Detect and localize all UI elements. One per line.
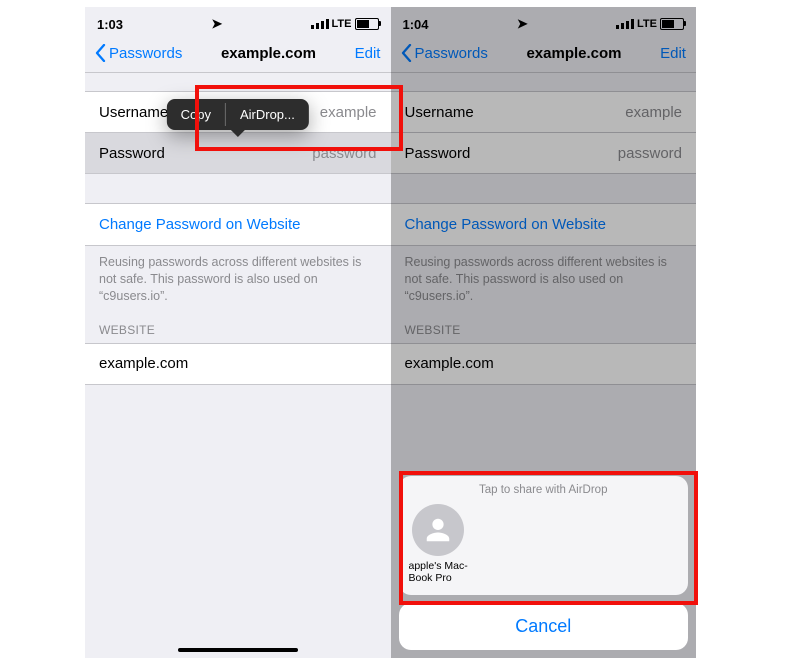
context-menu: Copy AirDrop... [167, 99, 309, 130]
page-title: example.com [221, 45, 316, 62]
edit-button[interactable]: Edit [355, 45, 381, 62]
airdrop-sheet: Tap to share with AirDrop apple's Mac- B… [399, 476, 689, 650]
website-row[interactable]: example.com [85, 343, 391, 385]
username-label: Username [99, 104, 168, 121]
network-label: LTE [332, 18, 352, 30]
website-section-head: WEBSITE [85, 319, 391, 343]
nav-bar: Passwords example.com Edit [85, 34, 391, 73]
reuse-warning: Reusing passwords across different websi… [85, 246, 391, 319]
status-time: 1:03 [97, 17, 123, 32]
airdrop-target[interactable]: apple's Mac- Book Pro [409, 504, 479, 585]
airdrop-menu-item[interactable]: AirDrop... [226, 99, 309, 130]
chevron-left-icon [95, 44, 106, 62]
copy-menu-item[interactable]: Copy [167, 99, 225, 130]
status-bar: 1:03 ➤ LTE [85, 7, 391, 34]
phone-right: 1:04 ➤ LTE Passwords example.com Edit Us… [391, 7, 697, 658]
airdrop-panel: Tap to share with AirDrop apple's Mac- B… [399, 476, 689, 595]
website-value: example.com [99, 355, 188, 372]
change-password-link[interactable]: Change Password on Website [85, 203, 391, 246]
cancel-button[interactable]: Cancel [399, 603, 689, 650]
sheet-title: Tap to share with AirDrop [409, 484, 679, 504]
airdrop-target-name: apple's Mac- Book Pro [409, 560, 468, 585]
signal-icon [311, 19, 329, 29]
battery-icon [355, 18, 379, 30]
phone-left: 1:03 ➤ LTE Passwords example.com Edit Us… [85, 7, 391, 658]
location-icon: ➤ [211, 16, 222, 32]
person-icon [412, 504, 464, 556]
password-label: Password [99, 145, 165, 162]
username-value: example [320, 104, 377, 121]
password-row[interactable]: Password password [85, 132, 391, 174]
password-value: password [312, 145, 376, 162]
home-indicator[interactable] [178, 648, 298, 652]
back-button[interactable]: Passwords [95, 44, 182, 62]
back-label: Passwords [109, 45, 182, 62]
